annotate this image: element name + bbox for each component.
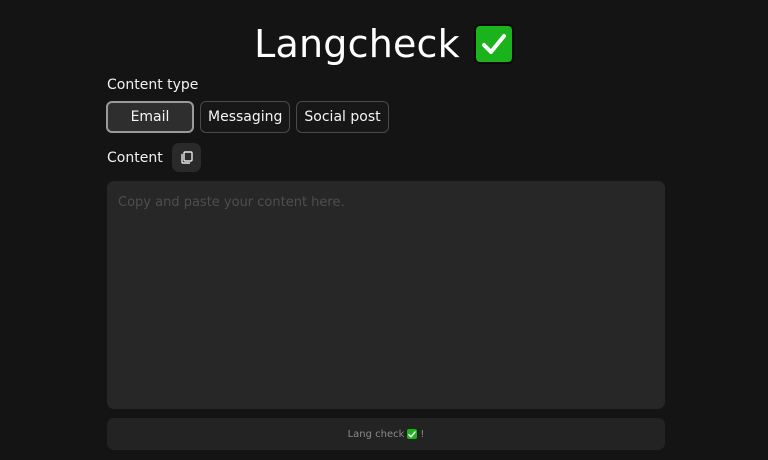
content-type-option-social-post[interactable]: Social post [296,101,389,133]
check-mark-button-icon [407,429,418,439]
page-header: Langcheck [0,18,768,70]
lang-check-button-suffix: ! [420,428,425,440]
app-root: Langcheck Content type Email Messaging S… [0,0,768,460]
content-field-container [107,181,665,409]
copy-icon [180,151,193,164]
content-type-option-email[interactable]: Email [106,101,194,133]
page-title: Langcheck [254,22,460,66]
content-textarea[interactable] [107,181,665,409]
content-label: Content [107,149,163,166]
lang-check-button[interactable]: Lang check ! [107,418,665,450]
content-header: Content [107,143,201,172]
copy-button[interactable] [171,143,201,172]
lang-check-button-label: Lang check [347,428,405,440]
content-type-option-messaging[interactable]: Messaging [200,101,291,133]
content-type-selector: Email Messaging Social post [106,101,389,133]
check-mark-button-icon [473,24,514,64]
content-type-label: Content type [107,77,199,93]
